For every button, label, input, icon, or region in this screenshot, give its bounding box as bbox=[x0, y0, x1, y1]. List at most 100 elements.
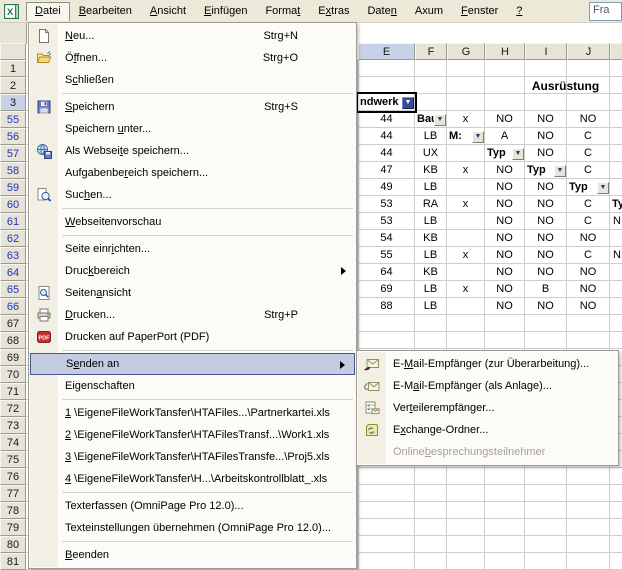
file-menu-item-öffnen[interactable]: Öffnen...Strg+O bbox=[30, 47, 355, 69]
file-menu-item-drucken-auf-paperport-pdf[interactable]: PDFDrucken auf PaperPort (PDF) bbox=[30, 326, 355, 348]
filter-header-G[interactable]: M:▼ bbox=[447, 128, 485, 145]
file-menu-item-beenden[interactable]: Beenden bbox=[30, 544, 355, 566]
cell-r66-c3[interactable]: NO bbox=[485, 298, 525, 315]
cell-r57-c4[interactable]: NO bbox=[525, 145, 567, 162]
file-menu-item-drucken[interactable]: Drucken...Strg+P bbox=[30, 304, 355, 326]
cell-r79-c4[interactable] bbox=[525, 519, 567, 536]
cell-r81-c6[interactable] bbox=[610, 553, 622, 570]
cell-r66-c6[interactable] bbox=[610, 298, 622, 315]
cell-r66-c4[interactable]: NO bbox=[525, 298, 567, 315]
cell-r65-c5[interactable]: NO bbox=[567, 281, 610, 298]
cell-r57-c6[interactable] bbox=[610, 145, 622, 162]
cell-r58-c3[interactable]: NO bbox=[485, 162, 525, 179]
cell-r78-c5[interactable] bbox=[567, 502, 610, 519]
autofilter-button-H[interactable]: ▼ bbox=[512, 148, 524, 160]
file-menu-item-texteinstellungen-übernehmen-omnipage-pr[interactable]: Texteinstellungen übernehmen (OmniPage P… bbox=[30, 517, 355, 539]
row-header-79[interactable]: 79 bbox=[0, 519, 26, 536]
cell-r77-c3[interactable] bbox=[485, 485, 525, 502]
cell-r56-c6[interactable] bbox=[610, 128, 622, 145]
cell-r1-c4[interactable] bbox=[525, 60, 567, 77]
cell-r77-c0[interactable] bbox=[358, 485, 415, 502]
cell-r1-c1[interactable] bbox=[415, 60, 447, 77]
filter-header-I[interactable]: Typ▼ bbox=[525, 162, 567, 179]
cell-r77-c5[interactable] bbox=[567, 485, 610, 502]
cell-r1-c3[interactable] bbox=[485, 60, 525, 77]
menubar-item-bearbeiten[interactable]: Bearbeiten bbox=[70, 2, 141, 21]
cell-r55-c5[interactable]: NO bbox=[567, 111, 610, 128]
cell-r76-c3[interactable] bbox=[485, 468, 525, 485]
file-menu-item-webseitenvorschau[interactable]: Webseitenvorschau bbox=[30, 211, 355, 233]
file-menu-item-seitenansicht[interactable]: Seitenansicht bbox=[30, 282, 355, 304]
cell-r76-c4[interactable] bbox=[525, 468, 567, 485]
cell-r56-c3[interactable]: A bbox=[485, 128, 525, 145]
cell-r58-c0[interactable]: 47 bbox=[358, 162, 415, 179]
row-header-66[interactable]: 66 bbox=[0, 298, 26, 315]
cell-r59-c2[interactable] bbox=[447, 179, 485, 196]
cell-r62-c3[interactable]: NO bbox=[485, 230, 525, 247]
cell-r80-c1[interactable] bbox=[415, 536, 447, 553]
cell-r64-c0[interactable]: 64 bbox=[358, 264, 415, 281]
cell-r77-c1[interactable] bbox=[415, 485, 447, 502]
cell-r64-c2[interactable] bbox=[447, 264, 485, 281]
cell-r64-c6[interactable] bbox=[610, 264, 622, 281]
menubar-item-ansicht[interactable]: Ansicht bbox=[141, 2, 195, 21]
row-header-59[interactable]: 59 bbox=[0, 179, 26, 196]
cell-r55-c4[interactable]: NO bbox=[525, 111, 567, 128]
autofilter-button-E[interactable]: ▼ bbox=[402, 97, 414, 109]
cell-r76-c6[interactable] bbox=[610, 468, 622, 485]
cell-r63-c2[interactable]: x bbox=[447, 247, 485, 264]
cell-r3-c1[interactable] bbox=[415, 94, 447, 111]
cell-r78-c3[interactable] bbox=[485, 502, 525, 519]
cell-r79-c5[interactable] bbox=[567, 519, 610, 536]
menubar-item-fenster[interactable]: Fenster bbox=[452, 2, 507, 21]
cell-r55-c3[interactable]: NO bbox=[485, 111, 525, 128]
cell-r77-c6[interactable] bbox=[610, 485, 622, 502]
cell-r79-c6[interactable] bbox=[610, 519, 622, 536]
filter-header-H[interactable]: Typ▼ bbox=[485, 145, 525, 162]
cell-r58-c5[interactable]: C bbox=[567, 162, 610, 179]
cell-r68-c2[interactable] bbox=[447, 332, 485, 349]
row-header-70[interactable]: 70 bbox=[0, 366, 26, 383]
cell-r68-c3[interactable] bbox=[485, 332, 525, 349]
cell-r61-c4[interactable]: NO bbox=[525, 213, 567, 230]
row-header-68[interactable]: 68 bbox=[0, 332, 26, 349]
column-header-E[interactable]: E bbox=[358, 43, 415, 60]
cell-r81-c5[interactable] bbox=[567, 553, 610, 570]
filter-header-F[interactable]: Bau▼ bbox=[415, 111, 447, 128]
cell-r60-c5[interactable]: C bbox=[567, 196, 610, 213]
send-to-item-verteilerempfänger[interactable]: Verteilerempfänger... bbox=[358, 397, 617, 419]
row-header-76[interactable]: 76 bbox=[0, 468, 26, 485]
cell-r81-c3[interactable] bbox=[485, 553, 525, 570]
send-to-item-e-mail-empfänger-als-anlage[interactable]: E-Mail-Empfänger (als Anlage)... bbox=[358, 375, 617, 397]
row-header-72[interactable]: 72 bbox=[0, 400, 26, 417]
cell-r3-c4[interactable] bbox=[525, 94, 567, 111]
cell-r3-c5[interactable] bbox=[567, 94, 610, 111]
cell-r80-c0[interactable] bbox=[358, 536, 415, 553]
cell-r56-c5[interactable]: C bbox=[567, 128, 610, 145]
column-header-I[interactable]: I bbox=[525, 43, 567, 60]
cell-r64-c4[interactable]: NO bbox=[525, 264, 567, 281]
row-header-63[interactable]: 63 bbox=[0, 247, 26, 264]
cell-r3-c3[interactable] bbox=[485, 94, 525, 111]
cell-r67-c3[interactable] bbox=[485, 315, 525, 332]
cell-r62-c1[interactable]: KB bbox=[415, 230, 447, 247]
cell-r64-c1[interactable]: KB bbox=[415, 264, 447, 281]
row-header-74[interactable]: 74 bbox=[0, 434, 26, 451]
cell-r3-c2[interactable] bbox=[447, 94, 485, 111]
cell-r59-c3[interactable]: NO bbox=[485, 179, 525, 196]
cell-r64-c5[interactable]: NO bbox=[567, 264, 610, 281]
cell-r81-c1[interactable] bbox=[415, 553, 447, 570]
cell-r55-c2[interactable]: x bbox=[447, 111, 485, 128]
cell-r77-c2[interactable] bbox=[447, 485, 485, 502]
file-menu-item-schließen[interactable]: Schließen bbox=[30, 69, 355, 91]
cell-r68-c6[interactable] bbox=[610, 332, 622, 349]
cell-r59-c0[interactable]: 49 bbox=[358, 179, 415, 196]
menubar-item-axum[interactable]: Axum bbox=[406, 2, 452, 21]
file-menu-item-eigenschaften[interactable]: Eigenschaften bbox=[30, 375, 355, 397]
cell-r60-c1[interactable]: RA bbox=[415, 196, 447, 213]
row-header-57[interactable]: 57 bbox=[0, 145, 26, 162]
autofilter-button-J[interactable]: ▼ bbox=[597, 182, 609, 194]
cell-r57-c1[interactable]: UX bbox=[415, 145, 447, 162]
cell-r63-c5[interactable]: C bbox=[567, 247, 610, 264]
cell-r79-c2[interactable] bbox=[447, 519, 485, 536]
